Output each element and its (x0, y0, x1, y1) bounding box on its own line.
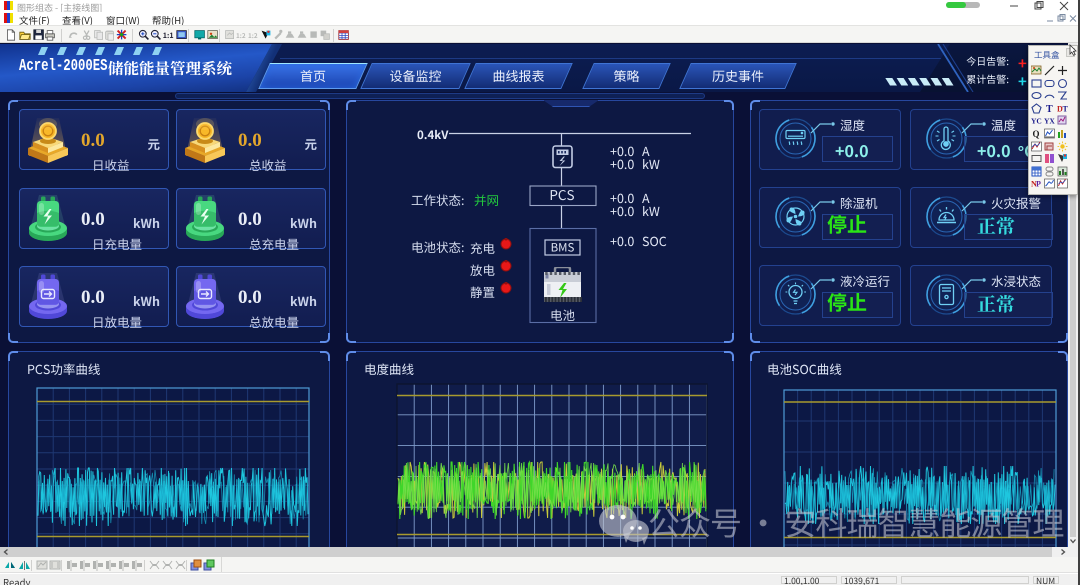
svg-text:1:1: 1:1 (163, 31, 174, 41)
svg-text:T: T (1063, 104, 1069, 113)
svg-text:1:2: 1:2 (236, 31, 246, 40)
svg-text:Q: Q (1033, 129, 1040, 139)
svg-text:YC: YC (1031, 117, 1042, 126)
svg-text:T: T (1046, 104, 1053, 114)
svg-text:P: P (1036, 180, 1041, 189)
svg-text:YX: YX (1044, 117, 1055, 126)
svg-text:1:2: 1:2 (248, 31, 258, 40)
